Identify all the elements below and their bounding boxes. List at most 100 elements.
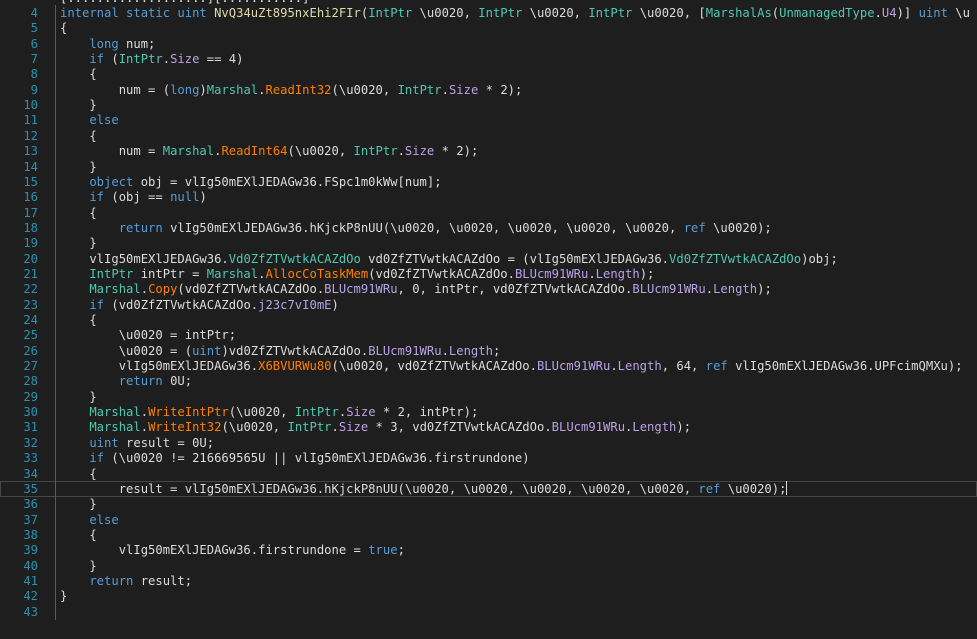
code-line[interactable]: 18 return vlIg50mEXlJEDAGw36.hKjckP8nUU(… [0, 219, 977, 236]
code-token: \u0020, [522, 6, 589, 20]
code-token: ; [492, 343, 501, 358]
code-token: ); [757, 282, 772, 297]
code-line[interactable]: 40 } [0, 557, 977, 574]
line-number: 4 [30, 6, 38, 20]
code-token: (\u0020, vd0ZfZTVwtkACAZdOo. [331, 359, 537, 374]
fold-guide [55, 189, 56, 206]
code-token: Marshal [206, 82, 259, 97]
code-text: } [60, 496, 96, 512]
code-line[interactable]: 37 else [0, 511, 977, 528]
code-line[interactable]: 38 { [0, 526, 977, 543]
code-line[interactable]: 39 vlIg50mEXlJEDAGw36.firstrundone = tru… [0, 542, 977, 559]
code-text: return vlIg50mEXlJEDAGw36.hKjckP8nUU(\u0… [60, 220, 772, 236]
line-number: 15 [23, 174, 38, 189]
code-line[interactable]: 16 if (obj == null) [0, 189, 977, 206]
code-line[interactable]: 19 } [0, 235, 977, 252]
code-token: vlIg50mEXlJEDAGw36. [60, 359, 259, 374]
line-number: 7 [30, 52, 38, 67]
code-text: } [60, 558, 96, 574]
code-line[interactable]: 33 if (\u0020 != 216669565U || vlIg50mEX… [0, 450, 977, 467]
line-number: 37 [23, 512, 38, 527]
line-number: 8 [30, 67, 38, 82]
line-number: 38 [23, 527, 38, 542]
code-token: IntPtr [353, 144, 398, 159]
code-line[interactable]: 9 num = (long)Marshal. ReadInt32(\u0020, … [0, 81, 977, 98]
line-number: 24 [23, 313, 38, 327]
code-line[interactable]: 31 Marshal.WriteInt32(\u0020, IntPtr.Siz… [0, 419, 977, 436]
code-token: } [60, 389, 97, 404]
code-editor[interactable]: [...................][...........] 4inte… [0, 0, 977, 639]
code-text: uint result = 0U; [60, 435, 214, 451]
fold-guide [55, 388, 56, 405]
code-line[interactable]: 27 vlIg50mEXlJEDAGw36.X6BVURWu80(\u0020,… [0, 358, 977, 375]
code-line[interactable]: 13 num = Marshal. ReadInt64(\u0020, IntPt… [0, 143, 977, 160]
fold-guide [55, 465, 56, 482]
code-token: \u0020, [ [632, 6, 706, 20]
code-token: (vd0ZfZTVwtkACAZdOo. [104, 297, 259, 312]
code-line[interactable]: 42} [0, 588, 977, 605]
code-token: X6BVURWu80 [258, 359, 332, 374]
line-number: 35 [23, 481, 38, 496]
fold-guide [55, 450, 56, 467]
code-line[interactable]: 6 long num; [0, 35, 977, 52]
code-line[interactable]: 20 vlIg50mEXlJEDAGw36.Vd0ZfZTVwtkACAZdOo… [0, 250, 977, 267]
code-line[interactable]: 23 if (vd0ZfZTVwtkACAZdOo.j23c7vI0mE) [0, 296, 977, 313]
code-token: BLUcm91WRu [514, 266, 589, 281]
code-line[interactable]: 30 Marshal.WriteIntPtr(\u0020, IntPtr.Si… [0, 404, 977, 421]
code-token: )vd0ZfZTVwtkACAZdOo. [221, 343, 369, 358]
code-line[interactable]: 8 { [0, 66, 977, 83]
code-line[interactable]: 32 uint result = 0U; [0, 434, 977, 451]
code-line[interactable]: 5{ [0, 20, 977, 37]
code-line[interactable]: 7 if (IntPtr.Size == 4) [0, 51, 977, 68]
code-token: null [170, 190, 200, 205]
fold-guide [55, 173, 56, 190]
code-line[interactable]: 36 } [0, 496, 977, 513]
code-token: Marshal [60, 282, 141, 297]
code-token: )] [896, 6, 919, 20]
code-line[interactable]: 35 result = vlIg50mEXlJEDAGw36.hKjckP8nU… [0, 480, 977, 497]
code-token: if [60, 52, 105, 67]
code-line[interactable]: 15 object obj = vlIg50mEXlJEDAGw36.FSpc1… [0, 173, 977, 190]
code-text: { [60, 205, 96, 221]
code-token: hKjckP8nUU [309, 220, 383, 235]
code-token: Length [632, 420, 677, 435]
code-line[interactable]: 34 { [0, 465, 977, 482]
code-token: } [60, 236, 97, 251]
code-token: . [331, 420, 339, 435]
code-token: (\u0020, \u0020, \u0020, \u0020, \u0020, [382, 220, 684, 235]
code-token: long [170, 82, 200, 97]
code-token: . [874, 6, 882, 20]
code-line[interactable]: 28 return 0U; [0, 373, 977, 390]
code-line[interactable]: 11 else [0, 112, 977, 129]
fold-guide [55, 526, 56, 543]
code-line[interactable]: 22 Marshal.Copy(vd0ZfZTVwtkACAZdOo.BLUcm… [0, 281, 977, 298]
code-line[interactable]: 10 } [0, 97, 977, 114]
line-number: 9 [30, 82, 38, 97]
fold-guide [55, 97, 56, 114]
code-token: Size [346, 405, 376, 420]
code-token: j23c7vI0mE [258, 297, 332, 312]
code-token: num = [60, 144, 163, 159]
code-line[interactable]: 26 \u0020 = (uint)vd0ZfZTVwtkACAZdOo.BLU… [0, 342, 977, 359]
code-line[interactable]: 14 } [0, 158, 977, 175]
code-line[interactable]: 43 [0, 603, 977, 620]
code-token: else [60, 512, 119, 527]
code-token: return [60, 573, 134, 588]
code-line[interactable]: 41 return result; [0, 572, 977, 589]
fold-guide [55, 557, 56, 574]
code-token: num; [118, 36, 156, 51]
code-token: UPFcimQMXu [874, 359, 948, 374]
code-line[interactable]: 21 IntPtr intPtr = Marshal. AllocCoTaskMe… [0, 265, 977, 282]
code-line[interactable]: 25 \u0020 = intPtr; [0, 327, 977, 344]
fold-guide [55, 572, 56, 589]
line-number: 28 [23, 374, 38, 389]
code-line[interactable]: 12 { [0, 127, 977, 144]
code-token: vlIg50mEXlJEDAGw36. [60, 251, 229, 266]
code-line[interactable]: 29 } [0, 388, 977, 405]
code-token: (\u0020 != 216669565U || vlIg50mEXlJEDAG… [104, 451, 435, 466]
code-line[interactable]: 17 { [0, 204, 977, 221]
code-line[interactable]: 4 internal static uint NvQ34uZt895nxEhi2F… [0, 5, 977, 21]
code-line[interactable]: 24 { [0, 312, 977, 328]
code-token: (obj == [104, 190, 171, 205]
code-token: . [140, 405, 149, 420]
